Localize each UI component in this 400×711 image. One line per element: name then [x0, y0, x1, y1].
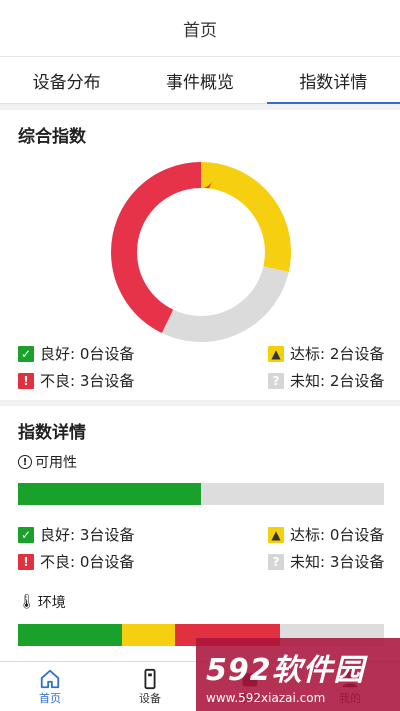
- tab-index-details[interactable]: 指数详情: [266, 57, 400, 104]
- nav-device-label: 设备: [139, 691, 161, 705]
- tab-event-overview[interactable]: 事件概览: [133, 57, 266, 103]
- bar-segment-good: [18, 624, 123, 646]
- summary-donut-chart: [111, 162, 291, 342]
- availability-legend-unknown: ? 未知: 3台设备: [268, 551, 384, 572]
- question-icon: ?: [268, 372, 284, 389]
- page-title: 首页: [183, 20, 217, 41]
- availability-legend-bad: ! 不良: 0台设备: [18, 551, 134, 572]
- legend-good-label: 良好: 0台设备: [40, 345, 135, 363]
- legend-bad-label: 不良: 3台设备: [40, 372, 135, 390]
- legend-ok-label: 达标: 2台设备: [290, 345, 385, 363]
- warning-icon: ▲: [268, 526, 284, 543]
- availability-good-label: 良好: 3台设备: [40, 526, 135, 544]
- bar-segment-good: [18, 483, 201, 505]
- availability-label: 可用性: [35, 455, 77, 471]
- watermark-url: www.592xiazai.com: [206, 690, 326, 705]
- check-icon: ✓: [18, 526, 34, 543]
- check-icon: ✓: [18, 345, 34, 362]
- bar-segment-ok: [122, 624, 176, 646]
- availability-legend-good: ✓ 良好: 3台设备: [18, 524, 134, 545]
- availability-heading: ! 可用性: [18, 452, 77, 472]
- legend-ok: ▲ 达标: 2台设备: [268, 343, 384, 364]
- warning-icon: ▲: [268, 345, 284, 362]
- environment-label: 环境: [37, 595, 66, 611]
- summary-card: 综合指数 ✓ 良好: 0台设备 ▲ 达标: 2台设备 ! 不良: 3台设备 ? …: [0, 110, 400, 400]
- availability-ok-label: 达标: 0台设备: [290, 526, 385, 544]
- tab-bar: 设备分布 事件概览 指数详情: [0, 57, 400, 104]
- details-card: 指数详情 ! 可用性 ✓ 良好: 3台设备 ▲ 达标: 0台设备 ! 不良: 0…: [0, 406, 400, 662]
- info-circle-icon: !: [18, 455, 32, 469]
- nav-home[interactable]: 首页: [0, 662, 100, 711]
- availability-legend-ok: ▲ 达标: 0台设备: [268, 524, 384, 545]
- legend-bad: ! 不良: 3台设备: [18, 370, 134, 391]
- availability-bar: [18, 483, 384, 505]
- summary-title: 综合指数: [18, 127, 86, 147]
- app-header: 首页: [0, 0, 400, 57]
- watermark-overlay: 592软件园 www.592xiazai.com: [196, 638, 400, 711]
- environment-heading: 🌡 环境: [18, 592, 66, 612]
- tab-device-distribution[interactable]: 设备分布: [0, 57, 133, 103]
- question-icon: ?: [268, 553, 284, 570]
- details-title: 指数详情: [18, 423, 86, 443]
- thermometer-icon: 🌡: [18, 594, 36, 610]
- legend-good: ✓ 良好: 0台设备: [18, 343, 134, 364]
- bar-segment-unknown: [201, 483, 384, 505]
- alert-icon: !: [18, 553, 34, 570]
- availability-bad-label: 不良: 0台设备: [40, 553, 135, 571]
- home-icon: [40, 669, 60, 688]
- availability-unknown-label: 未知: 3台设备: [290, 553, 385, 571]
- device-icon: [144, 668, 156, 689]
- legend-unknown-label: 未知: 2台设备: [290, 372, 385, 390]
- nav-home-label: 首页: [39, 691, 61, 705]
- alert-icon: !: [18, 372, 34, 389]
- nav-device[interactable]: 设备: [100, 662, 200, 711]
- watermark-brand: 592软件园: [206, 652, 365, 688]
- legend-unknown: ? 未知: 2台设备: [268, 370, 384, 391]
